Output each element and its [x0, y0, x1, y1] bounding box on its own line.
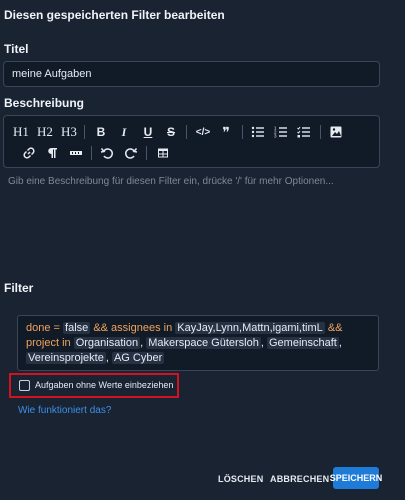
modal-title: Diesen gespeicherten Filter bearbeiten	[4, 8, 225, 22]
quote-button[interactable]: ❞	[216, 122, 236, 142]
image-icon	[330, 126, 342, 138]
bullet-list-icon	[251, 126, 264, 138]
ordered-list-button[interactable]: 123	[271, 122, 291, 142]
undo-icon	[100, 148, 113, 159]
toolbar-divider	[320, 125, 321, 139]
delete-button[interactable]: LÖSCHEN	[218, 474, 263, 484]
title-label: Titel	[4, 42, 29, 56]
toolbar-divider	[242, 125, 243, 139]
h2-icon: H2	[37, 124, 53, 139]
ordered-list-icon: 123	[274, 126, 287, 139]
strikethrough-button[interactable]: S	[161, 122, 181, 142]
description-label: Beschreibung	[4, 96, 85, 110]
filter-text: && assignees in	[90, 322, 176, 334]
bullet-list-button[interactable]	[248, 122, 268, 142]
italic-icon: I	[121, 124, 127, 139]
paragraph-button[interactable]	[42, 143, 62, 163]
filter-value: Vereinsprojekte	[26, 352, 106, 364]
filter-text: done =	[26, 322, 64, 334]
title-input[interactable]: meine Aufgaben	[3, 61, 380, 87]
toolbar-divider	[91, 146, 92, 160]
italic-button[interactable]: I	[114, 122, 134, 142]
save-button[interactable]: SPEICHERN	[330, 467, 382, 489]
filter-value: KayJay,Lynn,Mattn,igami,timL	[175, 322, 325, 334]
underline-icon: U	[143, 125, 153, 139]
filter-value: Gemeinschaft	[267, 337, 339, 349]
description-input[interactable]: Gib eine Beschreibung für diesen Filter …	[8, 176, 334, 187]
help-link[interactable]: Wie funktioniert das?	[18, 405, 111, 416]
bold-button[interactable]: B	[91, 122, 111, 142]
link-icon	[23, 147, 35, 159]
redo-icon	[125, 148, 138, 159]
quote-icon: ❞	[222, 123, 230, 140]
horizontal-rule-icon	[70, 151, 82, 155]
filter-text: ,	[338, 337, 342, 349]
image-button[interactable]	[326, 122, 346, 142]
heading-1-button[interactable]: H1	[11, 122, 31, 142]
filter-text: project in	[26, 337, 74, 349]
description-editor-toolbar: H1 H2 H3 B I U S </> ❞ 123	[3, 115, 380, 168]
toolbar-divider	[146, 146, 147, 160]
horizontal-rule-button[interactable]	[66, 143, 86, 163]
bold-icon: B	[96, 125, 106, 139]
code-icon: </>	[195, 126, 211, 138]
filter-value: Makerspace Gütersloh	[146, 337, 261, 349]
heading-3-button[interactable]: H3	[59, 122, 79, 142]
toolbar-divider	[186, 125, 187, 139]
h1-icon: H1	[13, 124, 29, 139]
svg-text:3: 3	[274, 134, 277, 139]
cancel-button[interactable]: ABBRECHEN	[270, 474, 329, 484]
filter-query-input[interactable]: done = false && assignees in KayJay,Lynn…	[17, 315, 379, 371]
include-empty-label[interactable]: Aufgaben ohne Werte einbeziehen	[35, 380, 173, 390]
filter-value: AG Cyber	[111, 352, 165, 364]
paragraph-icon	[48, 148, 57, 158]
link-button[interactable]	[19, 143, 39, 163]
strikethrough-icon: S	[166, 125, 175, 139]
filter-value: Organisation	[73, 337, 141, 349]
heading-2-button[interactable]: H2	[35, 122, 55, 142]
table-button[interactable]	[153, 143, 173, 163]
undo-button[interactable]	[97, 143, 117, 163]
filter-value: false	[63, 322, 91, 334]
h3-icon: H3	[61, 124, 77, 139]
filter-label: Filter	[4, 281, 34, 295]
filter-text: &&	[324, 322, 343, 334]
underline-button[interactable]: U	[138, 122, 158, 142]
redo-button[interactable]	[121, 143, 141, 163]
include-empty-checkbox[interactable]	[19, 380, 30, 391]
toolbar-divider	[84, 125, 85, 139]
code-button[interactable]: </>	[193, 122, 213, 142]
task-list-icon	[297, 126, 310, 138]
task-list-button[interactable]	[294, 122, 314, 142]
table-icon	[158, 148, 168, 158]
